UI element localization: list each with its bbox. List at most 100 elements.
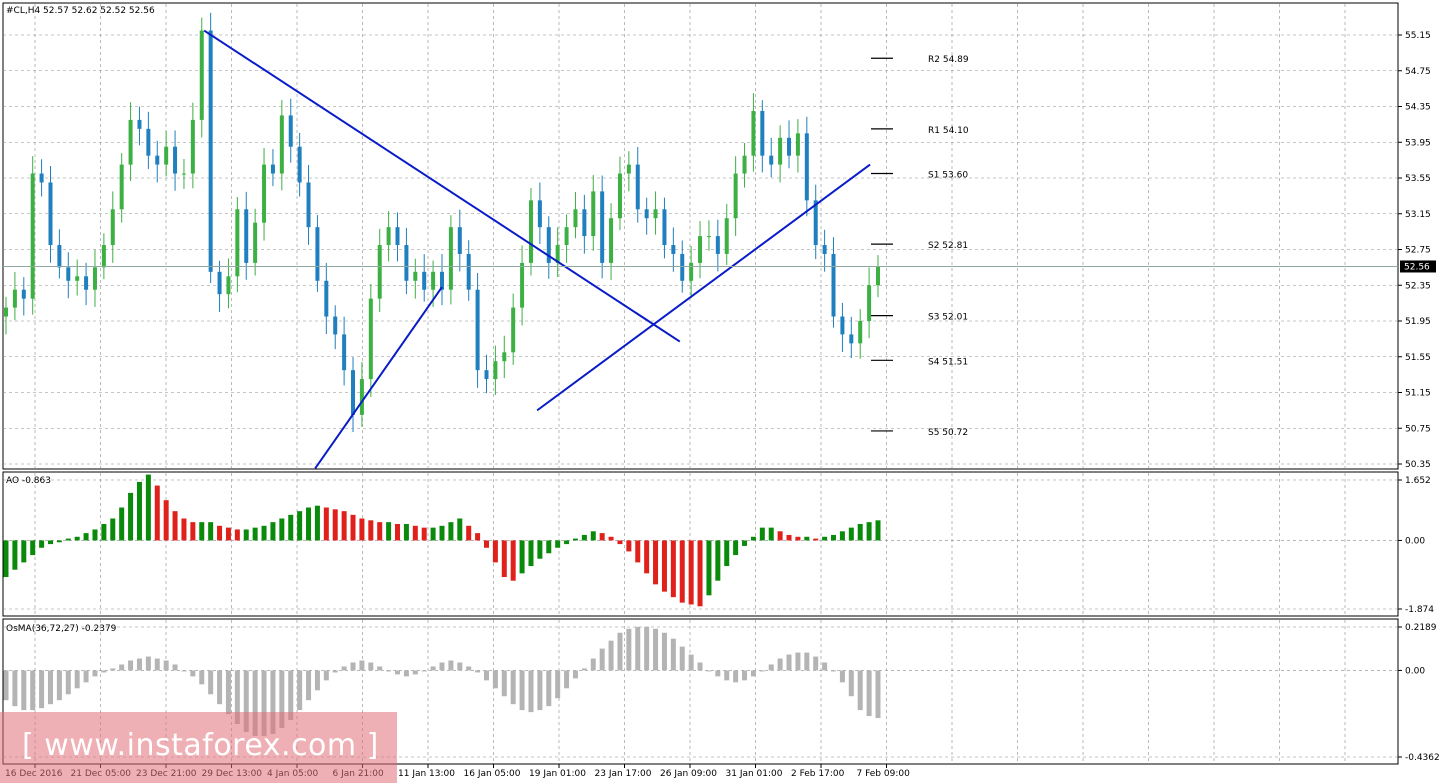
histogram-bar (795, 536, 801, 541)
histogram-bar (3, 670, 9, 701)
candle-body (671, 245, 676, 254)
candle-body (84, 276, 89, 290)
histogram-bar (804, 652, 810, 671)
candle-body (662, 209, 667, 246)
histogram-bar (768, 664, 774, 671)
histogram-bar (74, 536, 80, 541)
histogram-bar (501, 540, 507, 578)
histogram-bar (172, 511, 178, 541)
candle-body (715, 236, 720, 254)
histogram-bar (501, 670, 507, 697)
y-tick-label: 52.35 (1405, 281, 1431, 291)
histogram-bar (831, 534, 837, 541)
candle-body (689, 262, 694, 281)
histogram-bar (136, 481, 142, 541)
candle-body (769, 155, 774, 165)
candle-body (502, 352, 507, 362)
histogram-bar (661, 540, 667, 592)
histogram-bar (457, 518, 463, 541)
candle-body (39, 173, 44, 183)
x-tick-label: 19 Jan 01:00 (529, 769, 586, 779)
candle-body (4, 307, 8, 317)
histogram-bar (733, 670, 739, 683)
candle-body (146, 128, 151, 156)
histogram-bar (341, 511, 347, 541)
histogram-bar (813, 656, 819, 671)
histogram-bar (252, 527, 258, 541)
histogram-bar (359, 518, 365, 541)
x-tick-label: 31 Jan 01:00 (726, 769, 783, 779)
candle-body (706, 236, 711, 238)
candle-body (858, 321, 863, 344)
histogram-bar (777, 658, 783, 671)
histogram-bar (590, 531, 596, 541)
histogram-bar (608, 536, 614, 541)
histogram-bar (386, 522, 392, 541)
x-tick-label: 11 Jan 13:00 (398, 769, 455, 779)
candle-body (475, 289, 480, 371)
histogram-bar (350, 662, 356, 671)
histogram-bar (475, 670, 481, 673)
candle-body (840, 316, 845, 335)
histogram-bar (626, 628, 632, 671)
histogram-bar (839, 670, 845, 683)
pivot-label: S3 52.01 (928, 313, 968, 323)
candle-body (698, 236, 703, 263)
histogram-bar (323, 670, 329, 681)
histogram-bar (564, 540, 570, 545)
y-tick-label: 53.15 (1405, 210, 1431, 220)
candle-body (128, 119, 133, 165)
candle-body (288, 115, 293, 147)
candle-body (466, 253, 471, 290)
candle-body (155, 155, 160, 165)
x-tick-label: 16 Jan 05:00 (464, 769, 521, 779)
histogram-bar (430, 666, 436, 671)
histogram-bar (483, 670, 489, 681)
x-tick-label: 2 Feb 17:00 (791, 769, 845, 779)
y-tick-label: -1.874 (1405, 605, 1434, 615)
histogram-bar (39, 540, 45, 548)
histogram-bar (510, 540, 516, 581)
histogram-bar (768, 527, 774, 541)
candle-body (573, 209, 578, 228)
histogram-bar (733, 540, 739, 556)
candle-body (164, 146, 169, 165)
histogram-bar (217, 525, 223, 541)
histogram-bar (519, 540, 525, 574)
candle-body (244, 209, 249, 263)
histogram-bar (599, 533, 605, 541)
histogram-bar (742, 670, 748, 681)
histogram-bar (466, 666, 472, 671)
candle-body (413, 271, 418, 281)
candle-body (653, 209, 658, 219)
candle-body (448, 227, 453, 290)
histogram-bar (12, 540, 18, 570)
histogram-bar (403, 670, 409, 677)
histogram-bar (377, 666, 383, 671)
histogram-bar (706, 670, 712, 672)
histogram-bar (439, 662, 445, 671)
pivot-label: S4 51.51 (928, 357, 968, 367)
candle-body (600, 191, 605, 263)
ao-panel: 1.652 0.00 -1.874 AO -0.863 (2, 471, 1434, 617)
histogram-bar (368, 520, 374, 541)
histogram-bar (101, 670, 107, 673)
histogram-bar (804, 536, 810, 541)
histogram-bar (225, 527, 231, 541)
candle-body (422, 271, 427, 290)
histogram-bar (786, 654, 792, 671)
candle-body (30, 173, 35, 299)
y-tick-label: 51.55 (1405, 353, 1431, 363)
histogram-bar (306, 507, 312, 541)
histogram-bar (234, 529, 240, 541)
histogram-bar (679, 646, 685, 671)
last-price-value: 52.56 (1404, 262, 1430, 272)
histogram-bar (439, 525, 445, 541)
ao-panel-title: AO -0.863 (6, 476, 51, 486)
candle-body (315, 227, 320, 281)
candle-body (849, 334, 854, 344)
histogram-bar (323, 507, 329, 541)
histogram-bar (483, 540, 489, 548)
candle-body (48, 182, 53, 246)
candle-body (110, 209, 115, 246)
